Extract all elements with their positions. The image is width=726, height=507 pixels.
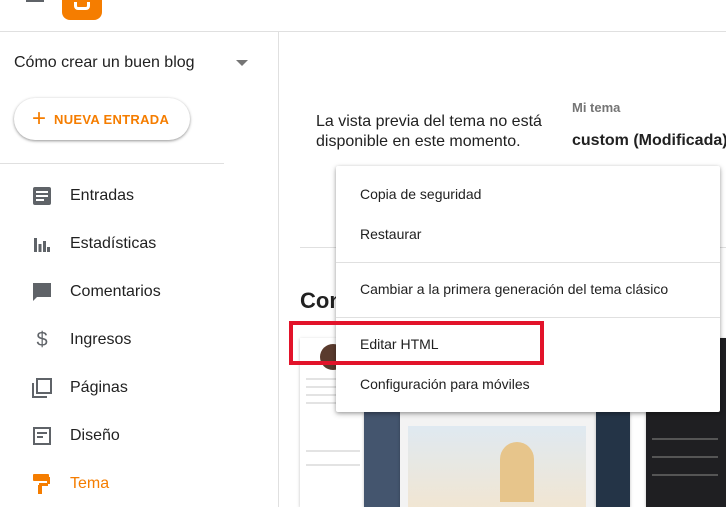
dollar-icon: $: [36, 328, 48, 351]
menu-item-backup[interactable]: Copia de seguridad: [336, 174, 720, 214]
theme-thumbnail-dark-strip-2: [596, 412, 630, 507]
blog-name: Cómo crear un buen blog: [14, 54, 195, 71]
thumbnail-tower-image: [500, 442, 534, 502]
sidebar-item-diseno[interactable]: Diseño: [0, 412, 278, 460]
theme-thumbnail-dark-strip: [364, 412, 400, 507]
blogger-logo[interactable]: [62, 0, 102, 20]
blog-selector[interactable]: Cómo crear un buen blog: [14, 50, 254, 76]
sidebar-item-label: Comentarios: [70, 283, 161, 300]
sidebar-item-label: Tema: [70, 475, 110, 492]
nav-divider: [0, 163, 224, 164]
sidebar-item-label: Estadísticas: [70, 235, 157, 252]
menu-hamburger-icon[interactable]: [26, 0, 44, 4]
layout-icon: [32, 426, 52, 446]
comment-icon: [32, 282, 52, 302]
my-theme-label: Mi tema: [572, 100, 621, 115]
paint-roller-icon: [32, 474, 52, 494]
pages-icon: [32, 378, 52, 398]
menu-item-switch-classic[interactable]: Cambiar a la primera generación del tema…: [336, 269, 720, 309]
theme-dropdown-menu: Copia de seguridad Restaurar Cambiar a l…: [336, 166, 720, 412]
thumb-line: [652, 474, 718, 476]
menu-divider: [336, 317, 720, 318]
sidebar-item-label: Páginas: [70, 379, 128, 396]
menu-divider: [336, 262, 720, 263]
edit-html-highlight-box: [289, 321, 544, 365]
sidebar-item-label: Ingresos: [70, 331, 132, 348]
thumb-line: [306, 464, 360, 466]
sidebar-item-comentarios[interactable]: Comentarios: [0, 268, 278, 316]
thumb-line: [306, 450, 360, 452]
new-post-button[interactable]: + NUEVA ENTRADA: [14, 98, 190, 140]
thumbnail-photo: [408, 426, 586, 507]
sidebar-item-estadisticas[interactable]: Estadísticas: [0, 220, 278, 268]
sidebar-item-paginas[interactable]: Páginas: [0, 364, 278, 412]
posts-icon: [32, 186, 52, 206]
my-theme-name: custom (Modificada): [572, 132, 726, 149]
thumb-line: [652, 456, 718, 458]
thumb-line: [652, 438, 718, 440]
preview-unavailable-message: La vista previa del tema no está disponi…: [316, 113, 542, 150]
new-post-label: NUEVA ENTRADA: [54, 111, 170, 127]
theme-thumbnail-soho[interactable]: [400, 412, 596, 507]
caret-down-icon: [236, 60, 248, 66]
top-divider: [0, 31, 726, 32]
sidebar-item-label: Diseño: [70, 427, 120, 444]
sidebar-item-ingresos[interactable]: $ Ingresos: [0, 316, 278, 364]
sidebar-item-entradas[interactable]: Entradas: [0, 172, 278, 220]
stats-icon: [32, 234, 52, 254]
sidebar-divider: [278, 32, 279, 507]
menu-item-restore[interactable]: Restaurar: [336, 214, 720, 254]
sidebar-item-label: Entradas: [70, 187, 135, 204]
plus-icon: +: [32, 105, 47, 132]
menu-item-mobile-settings[interactable]: Configuración para móviles: [336, 364, 720, 404]
sidebar-nav: Entradas Estadísticas Comentarios $ Ingr…: [0, 172, 278, 507]
sidebar-item-tema[interactable]: Tema: [0, 460, 278, 507]
